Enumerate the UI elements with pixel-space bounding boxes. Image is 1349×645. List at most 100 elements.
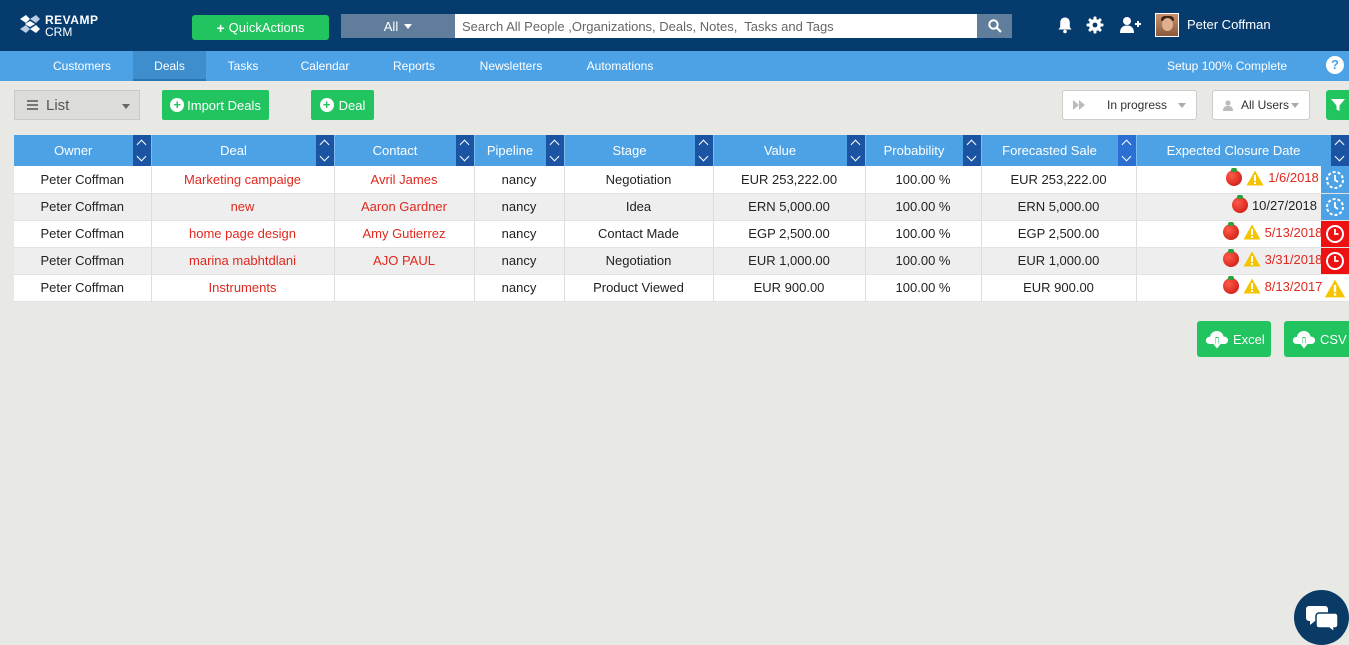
export-csv-button[interactable]: CSV (1284, 321, 1349, 357)
search-scope-value: All (383, 18, 399, 34)
warning-icon (1243, 278, 1261, 294)
cell-deal-link[interactable]: home page design (151, 220, 335, 248)
cell-deal-link[interactable]: new (151, 193, 335, 221)
tomato-icon (1231, 195, 1248, 213)
column-header-expected-closure-date[interactable]: Expected Closure Date (1136, 135, 1349, 166)
table-row[interactable]: Peter Coffman marina mabhtdlani AJO PAUL na… (14, 247, 1349, 275)
chevron-down-icon (122, 104, 130, 109)
funnel-icon (1330, 99, 1345, 111)
search-button[interactable] (977, 14, 1012, 38)
fast-forward-icon (1073, 100, 1085, 110)
cell-deal-link[interactable]: Instruments (151, 274, 335, 302)
closure-status-badge[interactable] (1321, 275, 1349, 301)
cell-contact-link[interactable]: Aaron Gardner (334, 193, 475, 221)
cell-pipeline: nancy (474, 166, 565, 194)
cell-contact-link[interactable]: Amy Gutierrez (334, 220, 475, 248)
cell-forecasted-sale: EUR 900.00 (981, 274, 1137, 302)
column-header-stage[interactable]: Stage (564, 135, 714, 166)
nav-customers[interactable]: Customers (33, 51, 131, 81)
quick-actions-button[interactable]: + QuickActions (192, 15, 329, 40)
cell-owner: Peter Coffman (14, 166, 152, 194)
app-logo[interactable]: REVAMP CRM (17, 11, 107, 41)
nav-automations[interactable]: Automations (576, 51, 664, 81)
chat-widget-button[interactable] (1294, 590, 1349, 645)
cell-value: EUR 1,000.00 (713, 247, 866, 275)
column-header-contact[interactable]: Contact (334, 135, 475, 166)
sort-icon[interactable] (455, 135, 474, 166)
add-user-icon (1120, 17, 1141, 33)
column-header-value[interactable]: Value (713, 135, 866, 166)
column-header-owner[interactable]: Owner (14, 135, 152, 166)
setup-progress[interactable]: Setup 100% Complete (1167, 51, 1287, 81)
chevron-down-icon (1178, 103, 1186, 108)
settings-button[interactable] (1084, 14, 1106, 36)
nav-calendar[interactable]: Calendar (290, 51, 360, 81)
chevron-down-icon (404, 23, 413, 29)
nav-newsletters[interactable]: Newsletters (468, 51, 554, 81)
sort-icon[interactable] (694, 135, 713, 166)
cell-deal-link[interactable]: Marketing campaige (151, 166, 335, 194)
status-filter-select[interactable]: In progress (1062, 90, 1197, 120)
chat-icon (1305, 605, 1339, 632)
add-deal-button[interactable]: + Deal (311, 90, 374, 120)
cell-forecasted-sale: EUR 253,222.00 (981, 166, 1137, 194)
warning-icon (1243, 224, 1261, 240)
nav-deals[interactable]: Deals (133, 51, 206, 81)
nav-reports[interactable]: Reports (380, 51, 448, 81)
user-filter-select[interactable]: All Users (1212, 90, 1310, 120)
help-icon[interactable]: ? (1326, 56, 1344, 74)
sort-icon[interactable] (1330, 135, 1349, 166)
cloud-download-icon (1205, 331, 1229, 349)
closure-date-text: 10/27/2018 (1251, 197, 1318, 213)
table-row[interactable]: Peter Coffman home page design Amy Gutierr… (14, 220, 1349, 248)
search-scope-select[interactable]: All (341, 14, 455, 38)
sort-icon[interactable] (132, 135, 151, 166)
column-header-probability[interactable]: Probability (865, 135, 982, 166)
closure-status-badge[interactable] (1320, 220, 1348, 246)
tomato-icon (1222, 276, 1239, 294)
sort-icon[interactable] (1117, 135, 1136, 166)
sort-icon[interactable] (545, 135, 564, 166)
avatar[interactable] (1155, 13, 1179, 37)
closure-status-badge[interactable] (1320, 247, 1348, 273)
import-deals-button[interactable]: + Import Deals (162, 90, 269, 120)
cell-stage: Product Viewed (564, 274, 714, 302)
gear-icon (1086, 16, 1104, 34)
table-row[interactable]: Peter Coffman Instruments nancy Product Vie… (14, 274, 1349, 302)
column-header-forecasted-sale[interactable]: Forecasted Sale (981, 135, 1137, 166)
closure-date-text: 3/31/2018 (1264, 251, 1323, 267)
clock-pending-icon (1325, 170, 1344, 189)
search-input[interactable] (455, 14, 977, 38)
column-header-pipeline[interactable]: Pipeline (474, 135, 565, 166)
user-name[interactable]: Peter Coffman (1187, 17, 1271, 32)
column-header-deal[interactable]: Deal (151, 135, 335, 166)
sort-icon[interactable] (846, 135, 865, 166)
cell-probability: 100.00 % (865, 274, 982, 302)
cell-contact-link[interactable]: Avril James (334, 166, 475, 194)
tomato-icon (1226, 167, 1243, 186)
cell-contact-link[interactable] (334, 274, 475, 302)
filter-button[interactable] (1326, 90, 1349, 120)
export-excel-button[interactable]: Excel (1197, 321, 1271, 357)
nav-tasks[interactable]: Tasks (210, 51, 276, 81)
sort-icon[interactable] (962, 135, 981, 166)
table-row[interactable]: Peter Coffman Marketing campaige Avril Jam… (14, 166, 1349, 194)
closure-status-badge[interactable] (1320, 193, 1348, 219)
sort-icon[interactable] (315, 135, 334, 166)
notifications-button[interactable] (1054, 14, 1076, 36)
closure-status-badge[interactable] (1320, 166, 1348, 192)
closure-date-text: 8/13/2017 (1264, 278, 1323, 294)
cell-deal-link[interactable]: marina mabhtdlani (151, 247, 335, 275)
cell-forecasted-sale: EGP 2,500.00 (981, 220, 1137, 248)
table-row[interactable]: Peter Coffman new Aaron Gardner nancy Idea ER… (14, 193, 1349, 221)
cell-forecasted-sale: EUR 1,000.00 (981, 247, 1137, 275)
chevron-down-icon (1291, 103, 1299, 108)
cell-contact-link[interactable]: AJO PAUL (334, 247, 475, 275)
cell-pipeline: nancy (474, 193, 565, 221)
cloud-download-icon (1292, 331, 1316, 349)
add-user-button[interactable] (1119, 14, 1141, 36)
bell-icon (1058, 17, 1072, 34)
plus-circle-icon: + (319, 98, 334, 112)
view-select[interactable]: List (14, 90, 140, 120)
tomato-icon (1222, 249, 1239, 267)
